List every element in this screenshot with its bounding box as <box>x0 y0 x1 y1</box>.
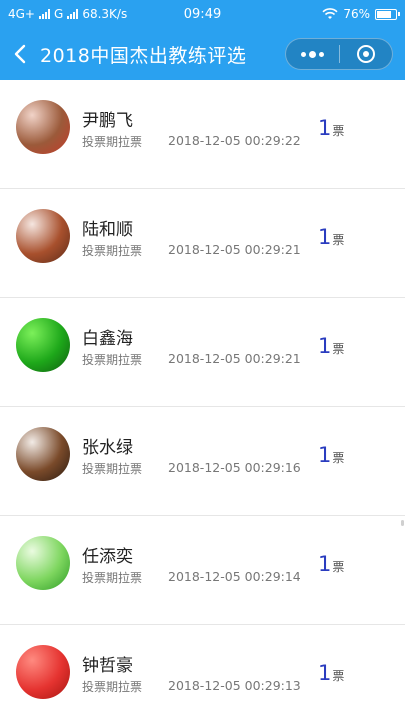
battery-icon <box>375 8 400 20</box>
target-icon <box>356 45 375 63</box>
vote-count: 1票 <box>318 661 344 685</box>
list-item[interactable]: 白鑫海 投票期拉票 2018-12-05 00:29:21 1票 <box>0 298 405 407</box>
avatar <box>16 645 70 699</box>
vote-tag: 投票期拉票 <box>82 244 143 258</box>
vote-tag: 投票期拉票 <box>82 571 143 585</box>
vote-number: 1 <box>318 552 332 576</box>
candidate-name: 钟哲豪 <box>82 656 133 676</box>
vote-time: 2018-12-05 00:29:22 <box>168 133 301 148</box>
list-item[interactable]: 钟哲豪 投票期拉票 2018-12-05 00:29:13 1票 <box>0 625 405 720</box>
avatar <box>16 427 70 481</box>
vote-time: 2018-12-05 00:29:16 <box>168 460 301 475</box>
vote-count: 1票 <box>318 116 344 140</box>
list-item[interactable]: 张水绿 投票期拉票 2018-12-05 00:29:16 1票 <box>0 407 405 516</box>
candidate-name: 陆和顺 <box>82 220 133 240</box>
vote-unit: 票 <box>332 451 345 465</box>
vote-unit: 票 <box>332 342 345 356</box>
list-item[interactable]: 尹鹏飞 投票期拉票 2018-12-05 00:29:22 1票 <box>0 80 405 189</box>
more-button[interactable] <box>286 39 339 69</box>
vote-unit: 票 <box>332 669 345 683</box>
list-item[interactable]: 任添奕 投票期拉票 2018-12-05 00:29:14 1票 <box>0 516 405 625</box>
candidate-name: 任添奕 <box>82 547 133 567</box>
vote-time: 2018-12-05 00:29:21 <box>168 351 301 366</box>
vote-number: 1 <box>318 334 332 358</box>
vote-number: 1 <box>318 116 332 140</box>
avatar <box>16 100 70 154</box>
page-title: 2018中国杰出教练评选 <box>40 44 247 67</box>
vote-time: 2018-12-05 00:29:14 <box>168 569 301 584</box>
vote-count: 1票 <box>318 443 344 467</box>
candidate-name: 张水绿 <box>82 438 133 458</box>
avatar <box>16 209 70 263</box>
mini-program-capsule <box>285 38 393 70</box>
vote-list: 尹鹏飞 投票期拉票 2018-12-05 00:29:22 1票 陆和顺 投票期… <box>0 80 405 720</box>
status-bar: 4G+ G 68.3K/s 09:49 76% <box>0 0 405 28</box>
close-mini-program-button[interactable] <box>340 39 393 69</box>
vote-count: 1票 <box>318 334 344 358</box>
back-button[interactable] <box>0 28 40 80</box>
scroll-indicator <box>401 520 404 526</box>
wifi-icon <box>322 8 338 19</box>
vote-unit: 票 <box>332 560 345 574</box>
signal-icon <box>39 9 50 19</box>
vote-number: 1 <box>318 225 332 249</box>
vote-unit: 票 <box>332 124 345 138</box>
carrier-label: G <box>54 7 64 21</box>
vote-tag: 投票期拉票 <box>82 135 143 149</box>
vote-tag: 投票期拉票 <box>82 353 143 367</box>
network-speed: 68.3K/s <box>82 7 128 21</box>
nav-bar: 2018中国杰出教练评选 <box>0 28 405 80</box>
status-right: 76% <box>322 7 400 21</box>
more-dots-icon <box>300 51 306 57</box>
vote-tag: 投票期拉票 <box>82 462 143 476</box>
vote-time: 2018-12-05 00:29:21 <box>168 242 301 257</box>
candidate-name: 尹鹏飞 <box>82 111 133 131</box>
signal-icon-2 <box>67 9 79 19</box>
candidate-name: 白鑫海 <box>82 329 133 349</box>
avatar <box>16 318 70 372</box>
vote-count: 1票 <box>318 225 344 249</box>
network-type: 4G+ <box>8 7 35 21</box>
vote-time: 2018-12-05 00:29:13 <box>168 678 301 693</box>
vote-tag: 投票期拉票 <box>82 680 143 694</box>
battery-percent: 76% <box>343 7 370 21</box>
chevron-left-icon <box>14 44 26 64</box>
vote-number: 1 <box>318 661 332 685</box>
status-left: 4G+ G 68.3K/s <box>8 7 127 21</box>
vote-count: 1票 <box>318 552 344 576</box>
list-item[interactable]: 陆和顺 投票期拉票 2018-12-05 00:29:21 1票 <box>0 189 405 298</box>
vote-unit: 票 <box>332 233 345 247</box>
avatar <box>16 536 70 590</box>
vote-number: 1 <box>318 443 332 467</box>
